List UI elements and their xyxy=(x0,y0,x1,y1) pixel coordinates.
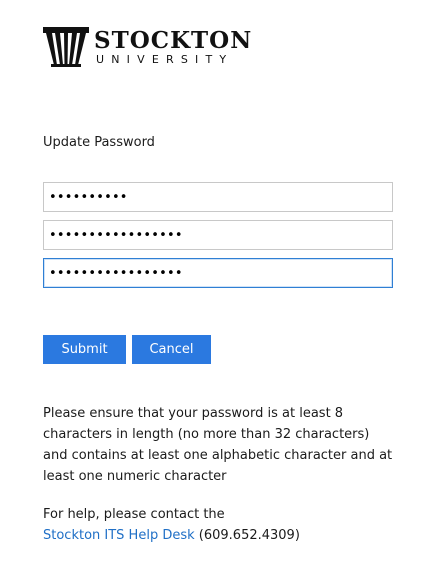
confirm-password-field[interactable]: ••••••••••••••••• xyxy=(43,258,393,288)
current-password-field[interactable]: •••••••••• xyxy=(43,182,393,212)
help-desk-phone: (609.652.4309) xyxy=(198,528,300,543)
help-intro: For help, please contact the xyxy=(43,507,225,522)
submit-button[interactable]: Submit xyxy=(43,335,126,364)
stockton-logo: STOCKTON UNIVERSITY xyxy=(43,27,253,69)
help-contact-line: Stockton ITS Help Desk (609.652.4309) xyxy=(43,525,403,546)
password-mask: •••••••••• xyxy=(49,189,128,205)
password-mask: ••••••••••••••••• xyxy=(49,227,183,243)
new-password-field[interactable]: ••••••••••••••••• xyxy=(43,220,393,250)
stockton-tree-logo-icon xyxy=(43,27,89,67)
help-section: For help, please contact the Stockton IT… xyxy=(43,504,403,546)
cancel-button[interactable]: Cancel xyxy=(132,335,211,364)
password-mask: ••••••••••••••••• xyxy=(49,265,183,281)
page-title: Update Password xyxy=(43,135,155,150)
logo-wordmark: STOCKTON UNIVERSITY xyxy=(94,27,252,66)
password-requirements-text: Please ensure that your password is at l… xyxy=(43,406,393,484)
logo-name: STOCKTON xyxy=(94,27,253,54)
logo-subtitle: UNIVERSITY xyxy=(96,53,234,66)
help-desk-link[interactable]: Stockton ITS Help Desk xyxy=(43,528,195,543)
